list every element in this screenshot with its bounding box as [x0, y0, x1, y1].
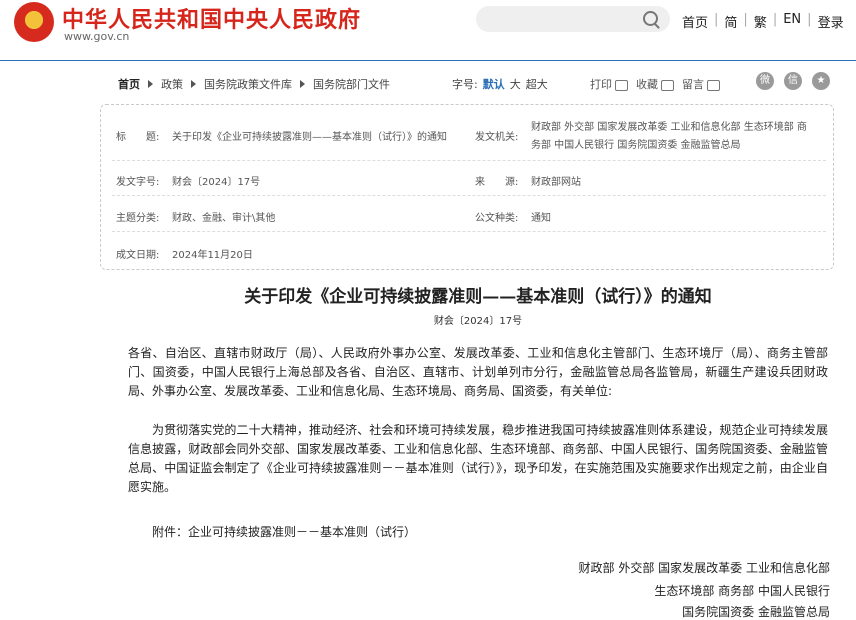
- nav-english[interactable]: EN: [783, 12, 801, 31]
- nav-traditional[interactable]: 繁: [754, 12, 767, 31]
- pencil-icon: [707, 79, 720, 91]
- favorite-label: 收藏: [636, 78, 658, 91]
- nav-login[interactable]: 登录: [818, 12, 844, 31]
- attachment-line[interactable]: 附件：企业可持续披露准则－－基本准则（试行）: [128, 523, 828, 542]
- search-icon[interactable]: [643, 11, 658, 26]
- date-label: 成文日期:: [116, 250, 160, 261]
- meta-divider: [112, 160, 826, 161]
- favorite-button[interactable]: 收藏: [636, 76, 674, 92]
- font-size-default[interactable]: 默认: [483, 76, 505, 92]
- font-size-large[interactable]: 大: [510, 76, 521, 92]
- more-icon[interactable]: ★: [812, 72, 830, 90]
- breadcrumb-dept-docs[interactable]: 国务院部门文件: [313, 76, 390, 92]
- print-button[interactable]: 打印: [590, 76, 628, 92]
- nav-divider: |: [807, 12, 812, 27]
- issuer-line-2: 务部 中国人民银行 国务院国资委 金融监管总局: [531, 140, 741, 151]
- breadcrumb-arrow-icon: [300, 80, 305, 88]
- font-size-switcher: 字号: 默认 大 超大: [452, 76, 548, 92]
- topic-label: 主题分类:: [116, 213, 160, 224]
- nav-simplified[interactable]: 简: [724, 12, 737, 31]
- breadcrumb-home[interactable]: 首页: [118, 76, 140, 92]
- site-url: www.gov.cn: [64, 30, 130, 43]
- issuer-label: 发文机关:: [475, 132, 519, 143]
- body-paragraph: 为贯彻落实党的二十大精神，推动经济、社会和环境可持续发展，稳步推进我国可持续披露…: [128, 423, 828, 494]
- type-label: 公文种类:: [475, 213, 519, 224]
- font-size-label: 字号:: [452, 78, 478, 91]
- comment-label: 留言: [682, 78, 704, 91]
- signatory-line-3: 国务院国资委 金融监管总局: [682, 605, 830, 619]
- source-value: 财政部网站: [531, 177, 581, 188]
- breadcrumb-arrow-icon: [191, 80, 196, 88]
- font-size-xlarge[interactable]: 超大: [526, 76, 548, 92]
- print-icon: [615, 79, 628, 91]
- signatory-line-1: 财政部 外交部 国家发展改革委 工业和信息化部: [578, 561, 830, 575]
- docno-value: 财会〔2024〕17号: [172, 177, 261, 188]
- meta-divider: [112, 231, 826, 232]
- search-input[interactable]: [476, 6, 670, 32]
- breadcrumb-arrow-icon: [148, 80, 153, 88]
- topic-value: 财政、金融、审计\其他: [172, 213, 276, 224]
- breadcrumb: 首页 政策 国务院政策文件库 国务院部门文件: [118, 76, 390, 92]
- docno-label: 发文字号:: [116, 177, 160, 188]
- meta-divider: [112, 195, 826, 196]
- document-title: 关于印发《企业可持续披露准则——基本准则（试行）》的通知: [244, 287, 712, 307]
- addressee-paragraph: 各省、自治区、直辖市财政厅（局）、人民政府外事办公室、发展改革委、工业和信息化主…: [128, 346, 828, 398]
- breadcrumb-library[interactable]: 国务院政策文件库: [204, 76, 292, 92]
- issuer-line-1: 财政部 外交部 国家发展改革委 工业和信息化部 生态环境部 商: [531, 122, 807, 133]
- signatory-line-2: 生态环境部 商务部 中国人民银行: [654, 584, 830, 598]
- source-label: 来 源:: [475, 177, 519, 188]
- date-value: 2024年11月20日: [172, 250, 253, 261]
- wechat-icon[interactable]: 信: [784, 72, 802, 90]
- nav-home[interactable]: 首页: [682, 12, 708, 31]
- favorite-icon: [661, 79, 674, 91]
- title-value: 关于印发《企业可持续披露准则——基本准则（试行）》的通知: [172, 132, 447, 143]
- title-label: 标 题:: [116, 132, 160, 143]
- document-number: 财会〔2024〕17号: [433, 316, 523, 327]
- breadcrumb-policy[interactable]: 政策: [161, 76, 183, 92]
- header-divider: [0, 60, 856, 61]
- national-emblem-icon: [14, 2, 54, 42]
- page-tools: 打印 收藏 留言: [590, 76, 720, 92]
- print-label: 打印: [590, 78, 612, 91]
- comment-button[interactable]: 留言: [682, 76, 720, 92]
- type-value: 通知: [531, 213, 551, 224]
- top-nav: 首页 | 简 | 繁 | EN | 登录: [682, 12, 844, 31]
- weibo-icon[interactable]: 微: [756, 72, 774, 90]
- nav-divider: |: [772, 12, 778, 27]
- nav-divider: |: [743, 12, 748, 27]
- nav-divider: |: [714, 12, 719, 27]
